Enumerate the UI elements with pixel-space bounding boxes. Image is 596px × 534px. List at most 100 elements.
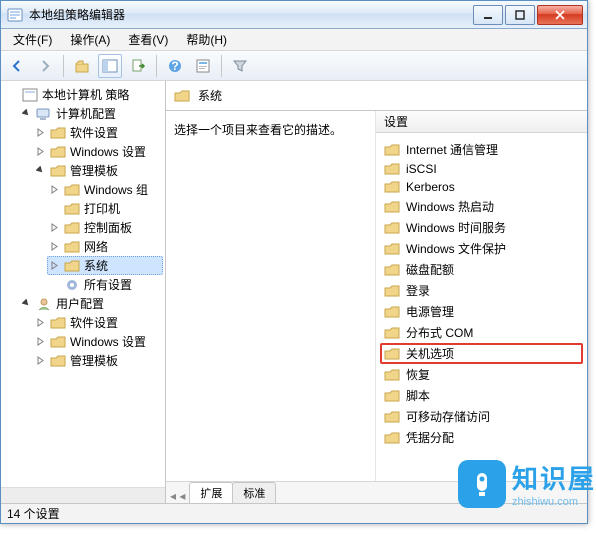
menu-file[interactable]: 文件(F)	[5, 29, 60, 50]
menubar: 文件(F) 操作(A) 查看(V) 帮助(H)	[1, 29, 587, 51]
expand-icon[interactable]	[35, 336, 46, 347]
tree-network[interactable]: 网络	[47, 237, 163, 256]
toolbar-separator	[156, 55, 157, 77]
forward-button[interactable]	[33, 54, 57, 78]
expand-icon[interactable]	[35, 146, 46, 157]
horizontal-scrollbar[interactable]	[1, 487, 165, 503]
folder-icon	[64, 259, 80, 273]
window-title: 本地组策略编辑器	[29, 6, 473, 23]
collapse-icon[interactable]	[35, 165, 46, 176]
folder-icon	[384, 431, 400, 445]
folder-icon	[384, 180, 400, 194]
back-button[interactable]	[5, 54, 29, 78]
up-button[interactable]	[70, 54, 94, 78]
tree-software-settings-user[interactable]: 软件设置	[33, 313, 163, 332]
details-pane: 系统 选择一个项目来查看它的描述。 设置 Internet 通信管理 iSCSI K…	[166, 81, 587, 503]
tree-label: 网络	[84, 238, 108, 255]
settings-item-label: Windows 时间服务	[406, 219, 506, 236]
tree-label: 用户配置	[56, 295, 104, 312]
tree-all-settings[interactable]: 所有设置	[47, 275, 163, 294]
settings-item[interactable]: Windows 热启动	[380, 196, 583, 217]
tree-admin-templates-user[interactable]: 管理模板	[33, 351, 163, 370]
collapse-icon[interactable]	[21, 108, 32, 119]
settings-item[interactable]: Internet 通信管理	[380, 139, 583, 160]
policy-icon	[22, 88, 38, 102]
settings-item[interactable]: 可移动存储访问	[380, 406, 583, 427]
tree-control-panel[interactable]: 控制面板	[47, 218, 163, 237]
settings-item[interactable]: 磁盘配额	[380, 259, 583, 280]
tree-label: 系统	[84, 257, 108, 274]
svg-text:?: ?	[171, 59, 178, 73]
tree-root[interactable]: 本地计算机 策略	[5, 85, 163, 104]
folder-icon	[174, 89, 190, 103]
details-title: 系统	[198, 87, 222, 104]
list-header[interactable]: 设置	[376, 111, 587, 133]
properties-button[interactable]	[191, 54, 215, 78]
settings-item[interactable]: 登录	[380, 280, 583, 301]
settings-item[interactable]: 关机选项	[380, 343, 583, 364]
expand-icon[interactable]	[7, 89, 18, 100]
export-button[interactable]	[126, 54, 150, 78]
collapse-icon[interactable]	[21, 298, 32, 309]
expand-icon[interactable]	[35, 355, 46, 366]
statusbar: 14 个设置	[1, 503, 587, 523]
settings-item-label: 关机选项	[406, 345, 454, 362]
settings-item[interactable]: 恢复	[380, 364, 583, 385]
minimize-button[interactable]	[473, 5, 503, 25]
tree-label: Windows 设置	[70, 333, 146, 350]
titlebar[interactable]: 本地组策略编辑器	[1, 1, 587, 29]
filter-button[interactable]	[228, 54, 252, 78]
tab-extended[interactable]: 扩展	[189, 482, 233, 503]
settings-item[interactable]: 脚本	[380, 385, 583, 406]
tree-computer-config[interactable]: 计算机配置	[19, 104, 163, 123]
menu-help[interactable]: 帮助(H)	[178, 29, 235, 50]
settings-item-label: 可移动存储访问	[406, 408, 490, 425]
menu-view[interactable]: 查看(V)	[120, 29, 176, 50]
expand-icon[interactable]	[49, 222, 60, 233]
tree-user-config[interactable]: 用户配置	[19, 294, 163, 313]
tree-windows-settings-user[interactable]: Windows 设置	[33, 332, 163, 351]
body: 本地计算机 策略 计算机配置 软件设置	[1, 81, 587, 503]
expand-icon[interactable]	[49, 260, 60, 271]
expand-icon[interactable]	[49, 241, 60, 252]
tree-software-settings[interactable]: 软件设置	[33, 123, 163, 142]
settings-item-label: 恢复	[406, 366, 430, 383]
tree-label: 软件设置	[70, 124, 118, 141]
help-button[interactable]: ?	[163, 54, 187, 78]
expand-icon[interactable]	[35, 127, 46, 138]
folder-icon	[384, 200, 400, 214]
menu-action[interactable]: 操作(A)	[62, 29, 118, 50]
tree-printers[interactable]: 打印机	[47, 199, 163, 218]
settings-item[interactable]: 凭据分配	[380, 427, 583, 448]
tree-system[interactable]: 系统	[47, 256, 163, 275]
expand-icon[interactable]	[35, 317, 46, 328]
folder-icon	[384, 284, 400, 298]
settings-icon	[64, 278, 80, 292]
settings-item[interactable]: iSCSI	[380, 160, 583, 178]
settings-item-label: Kerberos	[406, 180, 455, 194]
tree-pane[interactable]: 本地计算机 策略 计算机配置 软件设置	[1, 81, 166, 503]
tree-label: Windows 组	[84, 181, 148, 198]
settings-list-pane: 设置 Internet 通信管理 iSCSI Kerberos Windows 热启动…	[376, 111, 587, 481]
settings-item[interactable]: 电源管理	[380, 301, 583, 322]
settings-list[interactable]: Internet 通信管理 iSCSI Kerberos Windows 热启动 Win…	[376, 133, 587, 481]
tree-windows-settings[interactable]: Windows 设置	[33, 142, 163, 161]
folder-icon	[384, 410, 400, 424]
settings-item[interactable]: 分布式 COM	[380, 322, 583, 343]
settings-item-label: Windows 文件保护	[406, 240, 506, 257]
close-button[interactable]	[537, 5, 583, 25]
settings-item[interactable]: Windows 时间服务	[380, 217, 583, 238]
expand-icon[interactable]	[49, 184, 60, 195]
tree-admin-templates[interactable]: 管理模板	[33, 161, 163, 180]
settings-item[interactable]: Kerberos	[380, 178, 583, 196]
settings-item-label: 磁盘配额	[406, 261, 454, 278]
description-pane: 选择一个项目来查看它的描述。	[166, 111, 376, 481]
tree-windows-components[interactable]: Windows 组	[47, 180, 163, 199]
settings-item-label: Internet 通信管理	[406, 141, 498, 158]
settings-item[interactable]: Windows 文件保护	[380, 238, 583, 259]
settings-item-label: 登录	[406, 282, 430, 299]
settings-item-label: 脚本	[406, 387, 430, 404]
tab-standard[interactable]: 标准	[232, 482, 276, 503]
maximize-button[interactable]	[505, 5, 535, 25]
show-tree-button[interactable]	[98, 54, 122, 78]
